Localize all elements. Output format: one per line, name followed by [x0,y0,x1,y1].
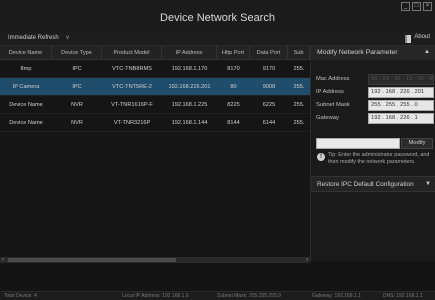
collapse-up-icon[interactable]: ▲ [424,49,430,55]
table-row[interactable]: Device Name NVR VT-TNR3216P 192.168.1.14… [0,114,310,132]
cell-device-type: NVR [71,102,83,108]
cell-http-port: 8170 [227,66,240,72]
mac-address-field: Mac Address 00 - 23 - 45 - 13 - 00 - 00 [316,74,434,85]
column-header-subnet[interactable]: Sub [288,46,310,59]
scroll-left-icon[interactable]: ‹ [2,257,4,263]
modify-button[interactable]: Modify [401,138,433,149]
horizontal-scrollbar[interactable]: ‹ › [0,257,310,263]
gateway-label: Gateway [316,115,339,121]
mac-address-label: Mac Address [316,76,350,82]
cell-device-type: NVR [71,120,83,126]
cell-subnet: 255. [293,84,305,90]
subnet-mask-field: Subnet Mask 255 . 255 . 255 . 0 [316,100,434,111]
cell-data-port: 6225 [262,102,276,108]
gateway-input[interactable]: 192 . 168 . 226 . 1 [368,113,434,124]
cell-device-name: Device Name [9,120,43,126]
cell-data-port: 9008 [262,84,276,90]
admin-password-input[interactable] [316,138,400,149]
cell-product-model: VTC-TNB8RMS [112,66,152,72]
cell-ip-address: 192.168.1.144 [171,120,208,126]
title-bar: Device Network Search _ □ × [0,0,435,32]
scrollbar-thumb[interactable] [8,258,176,262]
table-row[interactable]: Device Name NVR VT-TNR1616P-F 192.168.1.… [0,96,310,114]
modify-network-panel: Modify Network Parameter ▲ Mac Address 0… [310,46,435,261]
status-local-ip: Local IP Address: 192.168.1.6 [122,293,189,299]
cell-product-model: VTC-TNT5RE-2 [112,84,152,90]
tip-text: Tip: Enter the administrator password, a… [328,152,430,165]
refresh-mode-label: Immediate Refresh [8,35,59,41]
cell-ip-address: 192.168.226.201 [168,84,211,90]
toolbar: Immediate Refresh ∨ About [0,32,435,46]
subnet-mask-input[interactable]: 255 . 255 . 255 . 0 [368,100,434,111]
column-header-product-model[interactable]: Product Model [102,46,162,59]
mac-address-input: 00 - 23 - 45 - 13 - 00 - 00 [368,74,434,85]
table-header: Device Name Device Type Product Model IP… [0,46,310,60]
minimize-icon[interactable]: _ [401,2,410,11]
cell-http-port: 80 [230,84,237,90]
cell-product-model: VT-TNR1616P-F [111,102,153,108]
cell-device-type: IPC [72,66,82,72]
info-icon: ! [317,153,325,161]
cell-device-name: 8mp [20,66,32,72]
panel-header[interactable]: Modify Network Parameter ▲ [311,46,435,60]
cell-device-name: Device Name [9,102,43,108]
column-header-http-port[interactable]: Http Port [217,46,250,59]
column-header-data-port[interactable]: Data Port [250,46,288,59]
status-bar: Total Device: 4 Local IP Address: 192.16… [0,291,435,300]
cell-device-type: IPC [72,84,82,90]
window-controls: _ □ × [401,2,432,11]
maximize-icon[interactable]: □ [412,2,421,11]
restore-default-label: Restore IPC Default Configuration [317,181,414,188]
cell-data-port: 9170 [262,66,276,72]
cell-http-port: 8225 [227,102,240,108]
status-subnet-mask: Subnet Mask: 255.255.255.0 [217,293,281,299]
close-icon[interactable]: × [423,2,432,11]
cell-product-model: VT-TNR3216P [113,120,151,126]
status-gateway: Gateway: 192.168.1.1 [312,293,361,299]
cell-device-name: IP Camera [12,84,40,90]
cell-http-port: 8144 [227,120,240,126]
book-icon[interactable] [405,35,411,43]
subnet-mask-label: Subnet Mask [316,102,350,108]
ip-address-field: IP Address 192 . 168 . 226 . 201 [316,87,434,98]
cell-subnet: 255. [293,120,305,126]
cell-data-port: 6144 [262,120,276,126]
chevron-down-icon: ∨ [65,35,70,41]
panel-title: Modify Network Parameter [317,49,398,56]
device-table: Device Name Device Type Product Model IP… [0,46,310,261]
cell-subnet: 255. [293,66,305,72]
expand-down-icon[interactable]: ▼ [425,181,431,187]
gateway-field: Gateway 192 . 168 . 226 . 1 [316,113,434,124]
app-title: Device Network Search [160,12,275,24]
column-header-device-name[interactable]: Device Name [0,46,52,59]
status-dns: DNS: 192.168.1.1 [383,293,423,299]
cell-ip-address: 192.168.1.170 [171,66,208,72]
restore-default-section[interactable]: Restore IPC Default Configuration ▼ [311,176,435,192]
column-header-ip-address[interactable]: IP Address [162,46,217,59]
ip-address-label: IP Address [316,89,344,95]
refresh-mode-dropdown[interactable]: Immediate Refresh ∨ [8,34,70,41]
about-button[interactable]: About [414,34,430,40]
status-total-devices: Total Device: 4 [4,293,37,299]
table-row-selected[interactable]: IP Camera IPC VTC-TNT5RE-2 192.168.226.2… [0,78,310,96]
column-header-device-type[interactable]: Device Type [52,46,102,59]
scroll-right-icon[interactable]: › [306,257,308,263]
table-row[interactable]: 8mp IPC VTC-TNB8RMS 192.168.1.170 8170 9… [0,60,310,78]
ip-address-input[interactable]: 192 . 168 . 226 . 201 [368,87,434,98]
cell-ip-address: 192.168.1.225 [171,102,208,108]
cell-subnet: 255. [293,102,305,108]
